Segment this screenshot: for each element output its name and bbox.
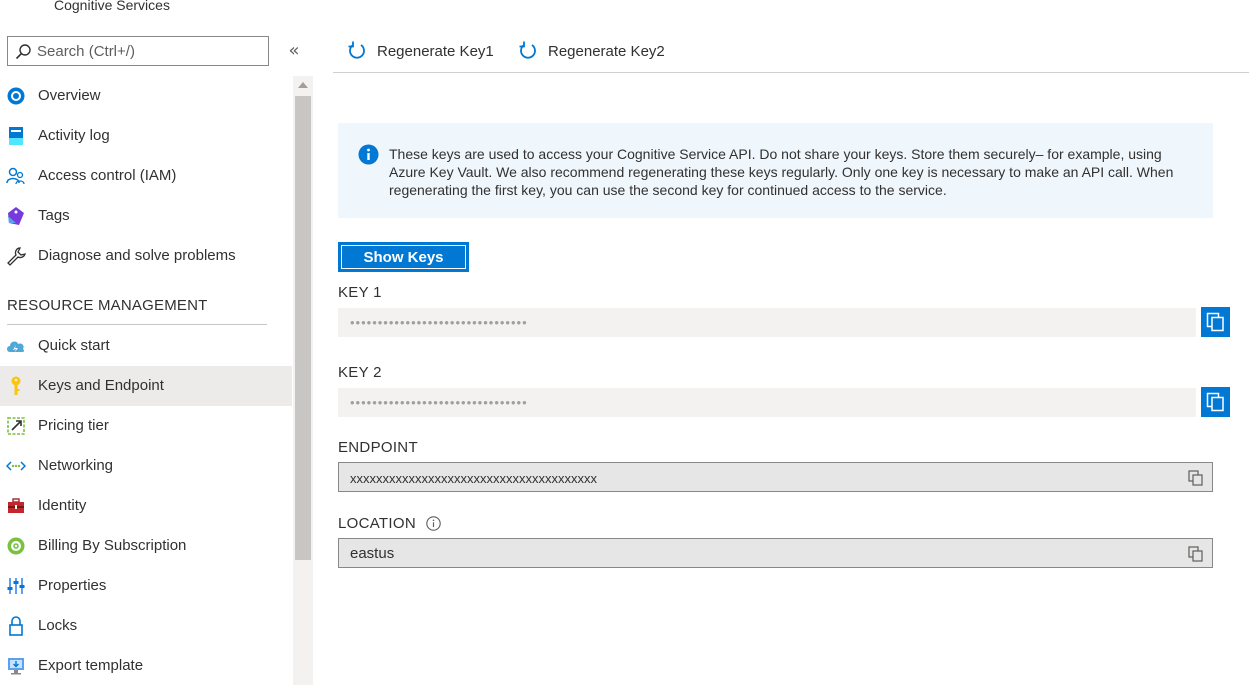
copy-icon[interactable] [1188, 546, 1203, 562]
properties-icon [7, 578, 25, 594]
sidebar-item-label: Tags [38, 207, 70, 224]
refresh-icon [348, 41, 365, 59]
sidebar-item-label: Networking [38, 457, 114, 474]
sidebar-item-diagnose[interactable]: Diagnose and solve problems [0, 236, 292, 276]
pricing-tier-icon [7, 417, 25, 435]
sidebar-item-label: Export template [38, 657, 144, 674]
sidebar-item-properties[interactable]: Properties [0, 566, 292, 606]
section-header-label: RESOURCE MANAGEMENT [7, 297, 208, 314]
search-input[interactable] [37, 41, 257, 61]
lock-icon [9, 616, 23, 636]
location-value: eastus [350, 545, 395, 562]
copy-key2-button[interactable] [1201, 387, 1230, 417]
key2-field[interactable] [338, 388, 1196, 417]
activity-log-icon [9, 127, 23, 145]
section-divider [7, 324, 267, 325]
location-field[interactable]: eastus [338, 538, 1213, 568]
key2-label: KEY 2 [338, 364, 382, 381]
service-title: Cognitive Services [54, 0, 170, 13]
info-message: These keys are used to access your Cogni… [389, 146, 1174, 198]
info-icon[interactable] [426, 516, 441, 531]
info-icon [358, 144, 379, 165]
copy-icon [1206, 312, 1224, 332]
regenerate-key1-label: Regenerate Key1 [377, 42, 494, 60]
key1-field[interactable] [338, 308, 1196, 337]
access-control-icon [6, 167, 25, 185]
sidebar-item-label: Quick start [38, 337, 110, 354]
sidebar-item-activity-log[interactable]: Activity log [0, 116, 292, 156]
sidebar-item-label: Billing By Subscription [38, 537, 187, 554]
sidebar-nav: Overview Activity log Access control (IA… [0, 76, 292, 685]
sidebar-item-keys-and-endpoint[interactable]: Keys and Endpoint [0, 366, 292, 406]
command-bar: Regenerate Key1 Regenerate Key2 [333, 30, 1249, 73]
overview-icon [7, 87, 25, 105]
copy-icon [1206, 392, 1224, 412]
quick-start-icon [7, 341, 25, 352]
regenerate-key2-button[interactable]: Regenerate Key2 [518, 39, 665, 63]
tag-icon [8, 207, 24, 225]
resource-menu: Cognitive Services « Overview Activity l… [0, 0, 313, 685]
sidebar-item-label: Overview [38, 87, 101, 104]
key-icon [18, 0, 30, 2]
info-banner: These keys are used to access your Cogni… [338, 123, 1213, 218]
sidebar-item-label: Access control (IAM) [38, 167, 177, 184]
sidebar-item-label: Pricing tier [38, 417, 109, 434]
sidebar-item-tags[interactable]: Tags [0, 196, 292, 236]
regenerate-key1-button[interactable]: Regenerate Key1 [347, 39, 494, 63]
scrollbar-thumb[interactable] [295, 96, 311, 560]
export-template-icon [8, 658, 24, 675]
copy-icon[interactable] [1188, 470, 1203, 486]
sidebar-item-pricing-tier[interactable]: Pricing tier [0, 406, 292, 446]
sidebar-item-label: Keys and Endpoint [38, 377, 164, 394]
networking-icon [6, 461, 26, 471]
sidebar-item-quick-start[interactable]: Quick start [0, 326, 292, 366]
copy-key1-button[interactable] [1201, 307, 1230, 337]
endpoint-value: xxxxxxxxxxxxxxxxxxxxxxxxxxxxxxxxxxxxxx [350, 471, 597, 486]
key-icon [11, 376, 21, 395]
sidebar-item-label: Diagnose and solve problems [38, 247, 236, 264]
identity-icon [8, 498, 24, 513]
search-box[interactable] [7, 36, 269, 66]
service-header: Cognitive Services [0, 0, 300, 16]
sidebar-item-export-template[interactable]: Export template [0, 646, 292, 685]
sidebar-item-label: Properties [38, 577, 107, 594]
sidebar-item-label: Locks [38, 617, 78, 634]
sidebar-item-label: Activity log [38, 127, 110, 144]
scroll-up-arrow-icon[interactable] [298, 82, 308, 88]
refresh-icon [519, 41, 536, 59]
sidebar-item-networking[interactable]: Networking [0, 446, 292, 486]
location-label: LOCATION [338, 515, 416, 532]
search-icon [15, 44, 31, 60]
sidebar-item-locks[interactable]: Locks [0, 606, 292, 646]
key1-label: KEY 1 [338, 284, 382, 301]
endpoint-field[interactable]: xxxxxxxxxxxxxxxxxxxxxxxxxxxxxxxxxxxxxx [338, 462, 1213, 492]
sidebar-item-identity[interactable]: Identity [0, 486, 292, 526]
sidebar-item-access-control[interactable]: Access control (IAM) [0, 156, 292, 196]
sidebar-item-overview[interactable]: Overview [0, 76, 292, 116]
show-keys-button[interactable]: Show Keys [338, 242, 469, 272]
regenerate-key2-label: Regenerate Key2 [548, 42, 665, 60]
sidebar-scrollbar[interactable] [293, 76, 313, 685]
sidebar-item-label: Identity [38, 497, 87, 514]
endpoint-label: ENDPOINT [338, 439, 418, 456]
wrench-icon [7, 247, 26, 266]
billing-icon [7, 537, 25, 555]
sidebar-item-billing[interactable]: Billing By Subscription [0, 526, 292, 566]
section-header-resource-management: RESOURCE MANAGEMENT [0, 276, 292, 325]
collapse-menu-button[interactable]: « [283, 40, 305, 62]
